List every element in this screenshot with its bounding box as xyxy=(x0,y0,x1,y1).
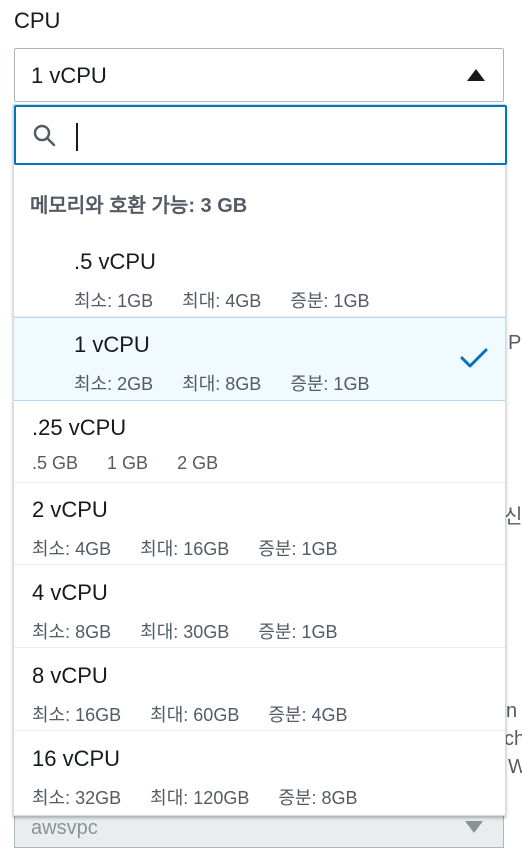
caret-down-icon xyxy=(465,821,483,833)
background-text: W xyxy=(508,756,522,778)
option-tags: 최소: 4GB 최대: 16GB 증분: 1GB xyxy=(32,535,361,561)
option-tag: 최소: 4GB xyxy=(32,539,112,559)
option-tag: 최대: 60GB xyxy=(150,705,240,725)
option-tag: 최소: 8GB xyxy=(32,622,112,642)
option-tags: 최소: 32GB 최대: 120GB 증분: 8GB xyxy=(32,784,382,810)
option-tag: 최대: 16GB xyxy=(140,539,230,559)
option-8-vcpu[interactable]: 8 vCPU 최소: 16GB 최대: 60GB 증분: 4GB xyxy=(14,649,505,731)
option-label: 2 vCPU xyxy=(32,497,108,522)
cpu-dropdown-menu: 메모리와 호환 가능: 3 GB .5 vCPU 최소: 1GB 최대: 4GB… xyxy=(13,104,507,816)
option-label: 16 vCPU xyxy=(32,746,121,771)
option-4-vcpu[interactable]: 4 vCPU 최소: 8GB 최대: 30GB 증분: 1GB xyxy=(14,566,505,648)
option-16-vcpu[interactable]: 16 vCPU 최소: 32GB 최대: 120GB 증분: 8GB xyxy=(14,732,505,814)
option-tag: 증분: 1GB xyxy=(290,374,370,394)
cpu-selected-value: 1 vCPU xyxy=(31,63,107,88)
text-cursor xyxy=(76,123,78,151)
search-icon xyxy=(33,124,56,147)
option-tags: 최소: 16GB 최대: 60GB 증분: 4GB xyxy=(32,701,371,727)
option-label: .5 vCPU xyxy=(74,249,156,274)
option-tag: 최대: 120GB xyxy=(150,788,250,808)
option-tags: 최소: 1GB 최대: 4GB 증분: 1GB xyxy=(74,287,393,313)
background-text: n xyxy=(506,700,518,722)
option-tag: 최소: 16GB xyxy=(32,705,122,725)
option-2-vcpu[interactable]: 2 vCPU 최소: 4GB 최대: 16GB 증분: 1GB xyxy=(14,483,505,565)
background-text: ch xyxy=(504,728,522,750)
option-tag: 최소: 32GB xyxy=(32,788,122,808)
group-header: 메모리와 호환 가능: 3 GB xyxy=(14,165,505,236)
option-tag: 최대: 30GB xyxy=(140,622,230,642)
option-tag: 최소: 1GB xyxy=(74,291,154,311)
option-0.5-vcpu[interactable]: .5 vCPU 최소: 1GB 최대: 4GB 증분: 1GB xyxy=(14,235,505,317)
caret-up-icon xyxy=(467,69,485,81)
option-tags: 최소: 2GB 최대: 8GB 증분: 1GB xyxy=(74,370,393,396)
option-tag: 1 GB xyxy=(107,453,149,473)
option-tag: .5 GB xyxy=(32,453,79,473)
cpu-field-label: CPU xyxy=(14,8,61,33)
option-tag: 2 GB xyxy=(177,453,219,473)
network-mode-value: awsvpc xyxy=(31,817,98,839)
option-tags: .5 GB 1 GB 2 GB xyxy=(32,453,242,474)
option-label: 4 vCPU xyxy=(32,580,108,605)
search-input[interactable] xyxy=(74,117,478,155)
search-field[interactable] xyxy=(14,105,507,165)
option-tag: 최소: 2GB xyxy=(74,374,154,394)
option-label: 1 vCPU xyxy=(74,332,150,357)
background-text: 신 xyxy=(504,506,522,528)
option-tag: 증분: 1GB xyxy=(290,291,370,311)
option-0.25-vcpu[interactable]: .25 vCPU .5 GB 1 GB 2 GB xyxy=(14,401,505,483)
option-tag: 증분: 8GB xyxy=(278,788,358,808)
group-header-label: 메모리와 호환 가능: 3 GB xyxy=(30,195,248,217)
option-label: 8 vCPU xyxy=(32,663,108,688)
option-tag: 최대: 4GB xyxy=(182,291,262,311)
cpu-select[interactable]: 1 vCPU xyxy=(14,48,504,102)
option-tag: 증분: 1GB xyxy=(258,539,338,559)
checkmark-icon xyxy=(460,348,488,368)
option-label: .25 vCPU xyxy=(32,415,127,440)
option-tag: 증분: 1GB xyxy=(258,622,338,642)
option-1-vcpu[interactable]: 1 vCPU 최소: 2GB 최대: 8GB 증분: 1GB xyxy=(14,317,505,401)
option-tag: 최대: 8GB xyxy=(182,374,262,394)
option-tag: 증분: 4GB xyxy=(268,705,348,725)
option-tags: 최소: 8GB 최대: 30GB 증분: 1GB xyxy=(32,618,361,644)
background-text: Pl xyxy=(508,332,522,354)
